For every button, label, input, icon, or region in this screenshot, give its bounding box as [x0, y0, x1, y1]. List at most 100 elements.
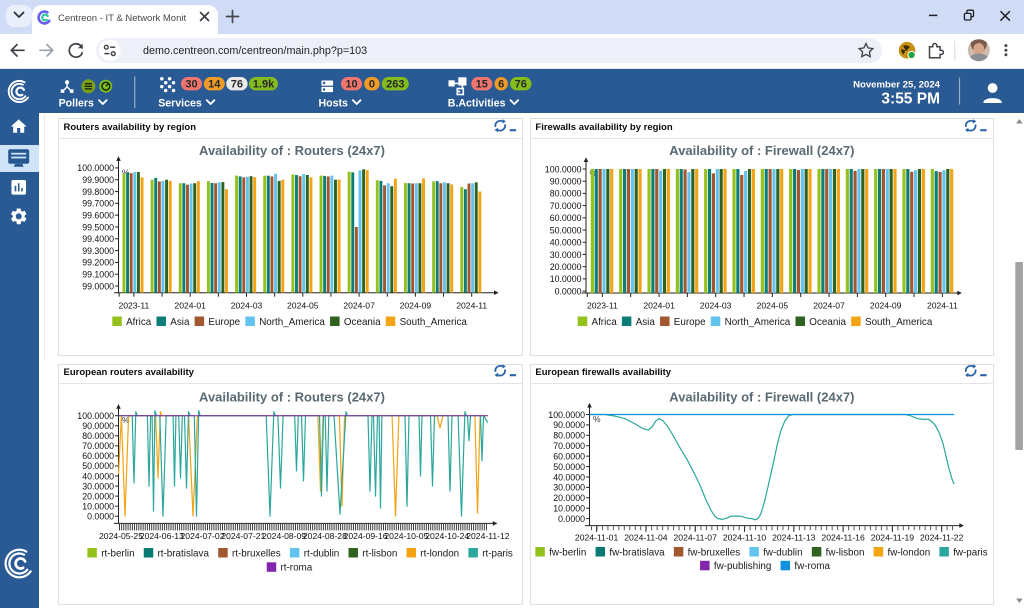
- svg-text:40.0000: 40.0000: [82, 471, 114, 481]
- svg-text:80.0000: 80.0000: [553, 431, 585, 441]
- svg-text:2024-11-04: 2024-11-04: [624, 533, 668, 543]
- svg-text:50.0000: 50.0000: [550, 225, 582, 235]
- svg-text:90.0000: 90.0000: [553, 420, 585, 430]
- svg-text:2024-07-02: 2024-07-02: [181, 531, 225, 541]
- svg-text:2024-11-22: 2024-11-22: [920, 533, 964, 543]
- svg-text:2024-11-01: 2024-11-01: [575, 533, 619, 543]
- svg-text:Asia: Asia: [170, 317, 190, 328]
- svg-text:263: 263: [386, 78, 404, 90]
- svg-text:2024-11: 2024-11: [927, 300, 958, 310]
- svg-text:99.0000: 99.0000: [82, 281, 114, 291]
- svg-text:6: 6: [498, 78, 504, 90]
- svg-text:2024-10-05: 2024-10-05: [384, 531, 428, 541]
- svg-text:Routers availability by region: Routers availability by region: [64, 122, 197, 133]
- svg-text:2024-11-19: 2024-11-19: [871, 533, 915, 543]
- svg-text:100.0000: 100.0000: [77, 163, 114, 173]
- svg-text:30.0000: 30.0000: [550, 250, 582, 260]
- svg-text:2024-11-13: 2024-11-13: [772, 533, 816, 543]
- svg-text:2024-06-13: 2024-06-13: [140, 531, 184, 541]
- svg-text:2023-11: 2023-11: [118, 300, 149, 310]
- svg-text:100.0000: 100.0000: [77, 411, 114, 421]
- svg-text:99.2000: 99.2000: [82, 258, 114, 268]
- svg-text:European routers availability: European routers availability: [64, 367, 195, 378]
- svg-text:76: 76: [515, 78, 527, 90]
- svg-text:North_America: North_America: [725, 317, 791, 328]
- svg-text:Hosts: Hosts: [319, 97, 349, 109]
- svg-text:2024-05: 2024-05: [757, 300, 789, 310]
- svg-text:2024-11-12: 2024-11-12: [466, 531, 510, 541]
- svg-text:Availability of : Routers (24x: Availability of : Routers (24x7): [199, 390, 385, 405]
- svg-text:60.0000: 60.0000: [553, 451, 585, 461]
- svg-text:90.0000: 90.0000: [82, 421, 114, 431]
- svg-text:30: 30: [185, 78, 197, 90]
- svg-text:2024-10-24: 2024-10-24: [425, 531, 469, 541]
- svg-text:100.0000: 100.0000: [548, 410, 585, 420]
- svg-text:fw-berlin: fw-berlin: [549, 547, 586, 558]
- svg-text:Africa: Africa: [126, 317, 152, 328]
- svg-text:B.Activities: B.Activities: [448, 97, 506, 109]
- svg-text:1.9k: 1.9k: [253, 78, 275, 90]
- svg-text:99.7000: 99.7000: [82, 199, 114, 209]
- svg-text:10: 10: [345, 78, 357, 90]
- svg-text:fw-bratislava: fw-bratislava: [609, 547, 665, 558]
- svg-text:30.0000: 30.0000: [553, 483, 585, 493]
- svg-text:60.0000: 60.0000: [550, 213, 582, 223]
- svg-text:99.4000: 99.4000: [82, 234, 114, 244]
- svg-text:fw-dublin: fw-dublin: [763, 547, 802, 558]
- svg-text:fw-bruxelles: fw-bruxelles: [688, 547, 741, 558]
- svg-text:2024-07: 2024-07: [343, 300, 375, 310]
- svg-text:2024-01: 2024-01: [643, 300, 675, 310]
- svg-text:Asia: Asia: [636, 317, 656, 328]
- svg-text:99.3000: 99.3000: [82, 246, 114, 256]
- svg-text:50.0000: 50.0000: [553, 462, 585, 472]
- svg-text:2024-08-28: 2024-08-28: [303, 531, 347, 541]
- svg-text:99.1000: 99.1000: [82, 270, 114, 280]
- svg-text:fw-roma: fw-roma: [794, 561, 830, 572]
- svg-text:Centreon - IT & Network Monit: Centreon - IT & Network Monit: [58, 13, 186, 24]
- svg-text:Europe: Europe: [208, 317, 240, 328]
- svg-text:rt-dublin: rt-dublin: [304, 548, 340, 559]
- svg-text:%: %: [593, 414, 601, 424]
- svg-text:3:55 PM: 3:55 PM: [881, 90, 940, 107]
- svg-text:70.0000: 70.0000: [82, 441, 114, 451]
- svg-text:rt-london: rt-london: [420, 548, 459, 559]
- svg-text:fw-london: fw-london: [888, 547, 931, 558]
- svg-text:40.0000: 40.0000: [550, 238, 582, 248]
- svg-text:Firewalls availability by regi: Firewalls availability by region: [535, 122, 672, 133]
- svg-text:2024-11-16: 2024-11-16: [821, 533, 865, 543]
- svg-text:2024-08-09: 2024-08-09: [262, 531, 306, 541]
- svg-text:Africa: Africa: [592, 317, 618, 328]
- svg-text:0.0000: 0.0000: [87, 512, 114, 522]
- svg-text:30.0000: 30.0000: [82, 481, 114, 491]
- svg-text:70.0000: 70.0000: [550, 201, 582, 211]
- svg-text:Oceania: Oceania: [809, 317, 846, 328]
- svg-text:Oceania: Oceania: [344, 317, 381, 328]
- svg-text:50.0000: 50.0000: [82, 461, 114, 471]
- svg-text:90.0000: 90.0000: [550, 177, 582, 187]
- svg-text:2024-11-10: 2024-11-10: [723, 533, 767, 543]
- svg-text:80.0000: 80.0000: [550, 189, 582, 199]
- svg-text:2024-05: 2024-05: [287, 300, 319, 310]
- svg-text:2024-09: 2024-09: [870, 300, 902, 310]
- svg-text:2024-05-25: 2024-05-25: [99, 531, 143, 541]
- svg-text:60.0000: 60.0000: [82, 451, 114, 461]
- svg-text:99.8000: 99.8000: [82, 187, 114, 197]
- svg-text:2024-07-21: 2024-07-21: [221, 531, 265, 541]
- svg-text:2024-03: 2024-03: [231, 300, 263, 310]
- svg-text:rt-bruxelles: rt-bruxelles: [232, 548, 281, 559]
- svg-text:15: 15: [476, 78, 488, 90]
- svg-text:2024-03: 2024-03: [700, 300, 732, 310]
- svg-text:10.0000: 10.0000: [550, 274, 582, 284]
- svg-text:demo.centreon.com/centreon/mai: demo.centreon.com/centreon/main.php?p=10…: [143, 45, 367, 57]
- svg-text:rt-bratislava: rt-bratislava: [158, 548, 210, 559]
- svg-text:Availability of : Firewall (24: Availability of : Firewall (24x7): [669, 390, 854, 405]
- svg-text:Availability of : Routers (24x: Availability of : Routers (24x7): [199, 143, 385, 158]
- svg-text:Services: Services: [158, 97, 202, 109]
- svg-text:fw-lisbon: fw-lisbon: [826, 547, 865, 558]
- svg-text:2023-11: 2023-11: [587, 300, 618, 310]
- svg-text:2024-09-16: 2024-09-16: [344, 531, 388, 541]
- svg-text:South_America: South_America: [400, 317, 468, 328]
- svg-text:2024-01: 2024-01: [174, 300, 206, 310]
- svg-text:2024-11: 2024-11: [456, 300, 487, 310]
- svg-text:99.5000: 99.5000: [82, 222, 114, 232]
